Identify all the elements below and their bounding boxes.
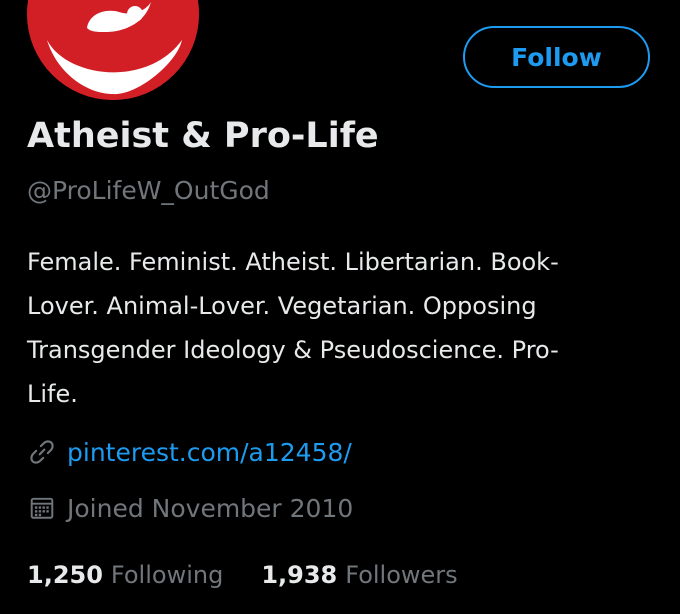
following-count: 1,250 — [27, 561, 103, 589]
profile-joined-row: Joined November 2010 — [27, 493, 353, 523]
profile-handle: @ProLifeW_OutGod — [27, 176, 270, 205]
calendar-icon — [27, 493, 57, 523]
following-label: Following — [110, 561, 224, 589]
followers-label: Followers — [345, 561, 458, 589]
bio-line: Transgender Ideology & Pseudoscience. Pr… — [27, 336, 559, 364]
profile-joined-date: Joined November 2010 — [67, 493, 354, 523]
profile-website-row: pinterest.com/a12458/ — [27, 437, 352, 467]
profile-website-link[interactable]: pinterest.com/a12458/ — [67, 438, 352, 467]
profile-bio: Female. Feminist. Atheist. Libertarian. … — [27, 240, 647, 416]
follow-button[interactable]: Follow — [463, 26, 650, 88]
pro-life-logo-icon — [27, 0, 199, 100]
profile-stats: 1,250 Following 1,938 Followers — [27, 561, 496, 589]
following-stat[interactable]: 1,250 Following — [27, 561, 223, 589]
followers-stat[interactable]: 1,938 Followers — [261, 561, 457, 589]
profile-display-name: Atheist & Pro-Life — [27, 116, 379, 156]
bio-line: Lover. Animal-Lover. Vegetarian. Opposin… — [27, 292, 537, 320]
avatar[interactable] — [27, 0, 199, 100]
bio-line: Life. — [27, 380, 78, 408]
bio-line: Female. Feminist. Atheist. Libertarian. … — [27, 248, 559, 276]
followers-count: 1,938 — [261, 561, 338, 589]
link-icon — [27, 437, 57, 467]
